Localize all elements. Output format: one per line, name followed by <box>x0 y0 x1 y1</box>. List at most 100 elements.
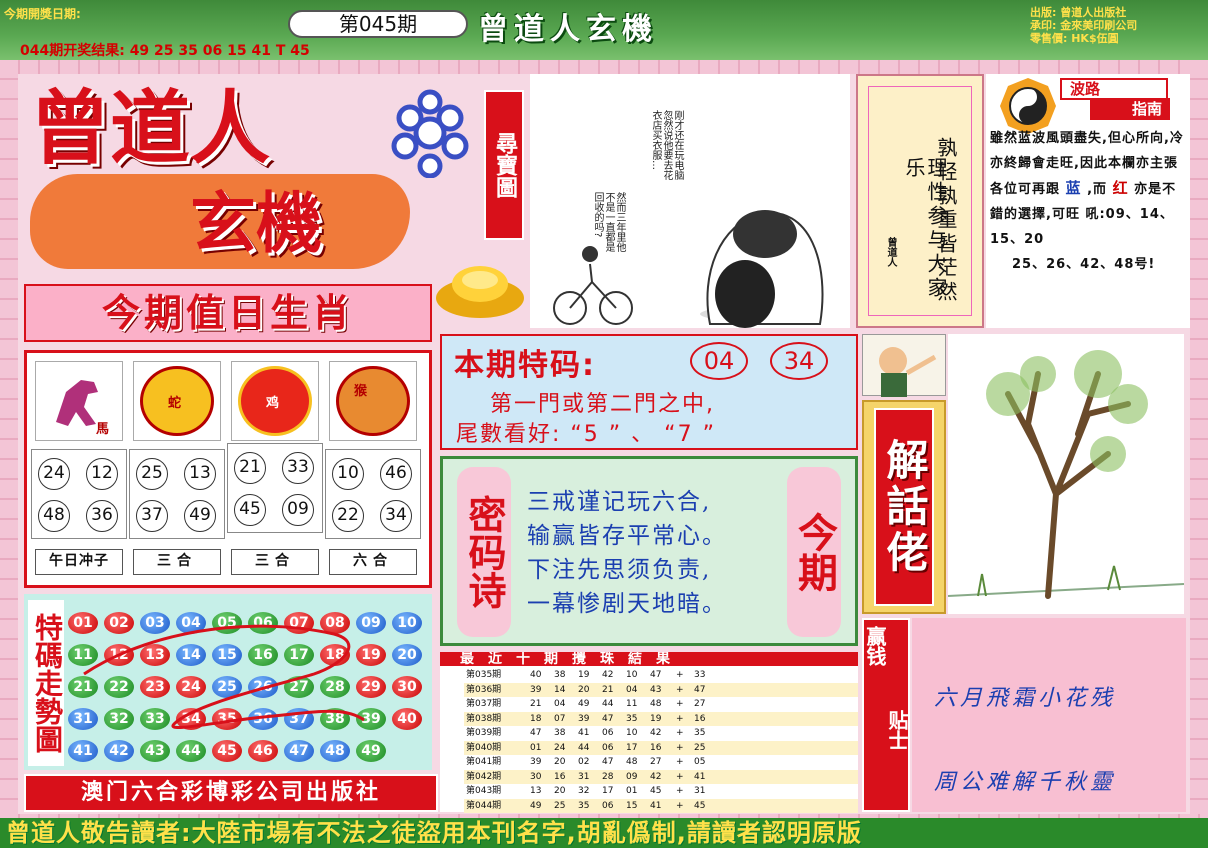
trend-ball: 49 <box>356 740 386 762</box>
results-special: 25 <box>694 742 706 753</box>
trend-ball: 14 <box>176 644 206 666</box>
win-tip-label-a: 赢钱 <box>863 626 887 666</box>
results-number: 38 <box>554 670 566 680</box>
results-number: 10 <box>626 670 638 680</box>
poem-line: 输赢皆存平常心。 <box>527 523 727 549</box>
results-special: 31 <box>694 786 706 796</box>
trend-chart-panel: 特碼走勢圖 01 02 03 04 05 06 07 08 09 10 11 12 13 14 15 16 17… <box>24 594 432 770</box>
gold-ingot-icon <box>436 266 524 318</box>
trend-ball: 29 <box>356 676 386 698</box>
zodiac-numbers: 10 46 22 34 <box>325 449 421 539</box>
results-number: 07 <box>554 713 566 724</box>
trend-ball: 32 <box>104 708 134 730</box>
results-number: 06 <box>602 742 614 753</box>
trend-ball: 42 <box>104 740 134 762</box>
results-number: 16 <box>650 742 662 753</box>
trend-ball: 43 <box>140 740 170 762</box>
trend-ball: 40 <box>392 708 422 730</box>
trend-ball: 22 <box>104 676 134 698</box>
results-issue: 第043期 <box>466 786 502 796</box>
results-number: 11 <box>626 699 638 709</box>
wave-red-word: 红 <box>1112 179 1129 197</box>
results-number: 48 <box>626 757 638 767</box>
results-number: 02 <box>578 757 590 767</box>
publisher-line: 出版: 曾道人出版社 <box>1030 6 1127 19</box>
publish-date-label: 今期開獎日期: <box>4 7 81 21</box>
zodiac-animal: 猴 <box>354 384 368 399</box>
today-label: 今期 <box>787 467 841 637</box>
results-number: 21 <box>602 684 614 695</box>
zodiac-number: 37 <box>136 500 168 532</box>
horse-icon: 馬 <box>35 361 123 441</box>
zodiac-number: 33 <box>282 452 314 484</box>
results-number: 49 <box>578 699 590 709</box>
logo: 曾道人 玄機 <box>20 74 469 274</box>
trend-ball: 26 <box>248 676 278 698</box>
results-issue: 第039期 <box>466 728 502 738</box>
password-poem-lines: 三戒谨记玩六合, 输赢皆存平常心。 下注先思须负责, 一幕惨剧天地暗。 <box>527 485 797 621</box>
trend-ball: 11 <box>68 644 98 666</box>
zodiac-animal: 鸡 <box>266 396 280 411</box>
poem-line: 一幕惨剧天地暗。 <box>527 591 727 617</box>
results-issue: 第041期 <box>466 757 502 767</box>
zodiac-number: 36 <box>86 500 118 532</box>
results-number: 42 <box>650 771 662 782</box>
results-number: 27 <box>650 757 662 767</box>
zodiac-footer: 六合 <box>329 549 417 575</box>
monkey-badge <box>336 366 410 436</box>
logo-line-1: 曾道人 <box>30 82 270 175</box>
logo-line-2: 玄機 <box>190 185 322 262</box>
results-issue: 第044期 <box>466 800 502 811</box>
results-number: 31 <box>578 771 590 782</box>
results-row: 第038期 18 07 39 47 35 19 +16 <box>464 711 858 726</box>
publisher-info: 出版: 曾道人出版社 承印: 金來美印刷公司 零售價: HK$伍圓 <box>1030 6 1206 45</box>
win-tip-label-b: 贴士 <box>885 710 909 750</box>
special-hint-line-2: 尾數看好: “5 ” 、 “7 ” <box>456 422 716 447</box>
trend-ball: 16 <box>248 644 278 666</box>
results-issue: 第036期 <box>466 684 502 695</box>
poem-line: 三戒谨记玩六合, <box>527 489 712 515</box>
win-tip-line-2: 周公难解千秋靈 <box>934 770 1117 795</box>
jiehua-label: 解話佬 <box>874 408 934 606</box>
trend-ball: 35 <box>212 708 242 730</box>
zodiac-numbers: 21 33 45 09 <box>227 443 323 533</box>
results-number: 20 <box>554 757 566 767</box>
trend-ball: 06 <box>248 612 278 634</box>
coins-icon <box>391 89 469 178</box>
results-special: 05 <box>694 757 706 767</box>
zodiac-title-banner: 今期值日生肖 <box>24 284 432 342</box>
results-row: 第039期 47 38 41 06 10 42 +35 <box>464 726 858 741</box>
results-number: 42 <box>602 670 614 680</box>
zodiac-number: 49 <box>184 500 216 532</box>
trend-ball: 31 <box>68 708 98 730</box>
trend-ball: 04 <box>176 612 206 634</box>
results-number: 47 <box>602 713 614 724</box>
results-number: 06 <box>602 728 614 738</box>
results-issue: 第040期 <box>466 742 502 753</box>
trend-chart-label: 特碼走勢圖 <box>28 600 64 766</box>
results-plus-sign: + <box>676 771 684 782</box>
results-row: 第043期 13 20 32 17 01 45 +31 <box>464 784 858 799</box>
zodiac-number: 46 <box>380 458 412 490</box>
trend-ball: 13 <box>140 644 170 666</box>
snake-icon: 蛇 <box>133 361 221 441</box>
results-number: 44 <box>578 742 590 753</box>
tree-illustration <box>947 334 1185 614</box>
results-number: 16 <box>554 771 566 782</box>
wave-text-b: ,而 <box>1087 182 1108 197</box>
win-tip-label: 赢钱 贴士 <box>862 618 910 812</box>
results-number: 04 <box>626 684 638 695</box>
results-number: 30 <box>530 771 542 782</box>
trend-ball: 05 <box>212 612 242 634</box>
footer-notice: 曾道人敬告讀者:大陸市場有不法之徒盜用本刊名字,胡亂僞制,請讀者認明原版 <box>6 819 862 847</box>
poem-line-2: 理性参与大家乐 <box>902 157 948 301</box>
results-row: 第037期 21 04 49 44 11 48 +27 <box>464 697 858 712</box>
results-special: 33 <box>694 670 706 680</box>
results-plus-sign: + <box>676 800 684 811</box>
results-number: 14 <box>554 684 566 695</box>
special-code-title: 本期特码: <box>454 348 596 383</box>
results-plus-sign: + <box>676 757 684 767</box>
results-number: 21 <box>530 699 542 709</box>
results-plus-sign: + <box>676 742 684 753</box>
results-special: 16 <box>694 713 706 724</box>
